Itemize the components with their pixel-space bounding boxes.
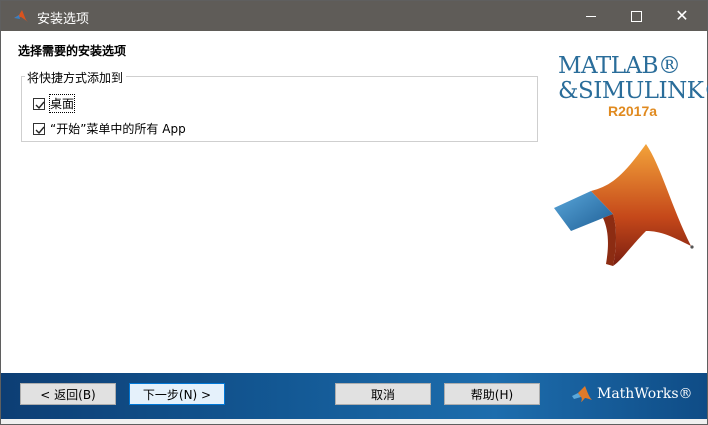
brand-matlab: MATLAB® xyxy=(558,53,681,79)
close-icon: ✕ xyxy=(675,6,689,25)
desktop-checkbox[interactable] xyxy=(33,97,45,110)
close-button[interactable]: ✕ xyxy=(659,1,705,31)
mathworks-logo: MathWorks® xyxy=(571,385,693,403)
membrane-logo-icon xyxy=(554,144,694,266)
brand-simulink: &SIMULINK® xyxy=(558,78,708,104)
shortcut-group-label: 将快捷方式添加到 xyxy=(25,69,127,86)
release-label: R2017a xyxy=(608,103,658,119)
maximize-button[interactable] xyxy=(613,1,659,31)
installer-window: 安装选项 ✕ 选择需要的安装选项 将快捷方式添加到 桌面 “开始”菜单中的所有 … xyxy=(0,0,708,425)
mathworks-text: MathWorks® xyxy=(597,386,693,402)
option-desktop[interactable]: 桌面 xyxy=(33,94,76,113)
start-menu-checkbox[interactable] xyxy=(33,122,45,135)
footer-bar: < 返回(B) 下一步(N) > 取消 帮助(H) MathWorks® xyxy=(1,373,707,419)
next-button[interactable]: 下一步(N) > xyxy=(129,383,225,405)
matlab-logo-icon xyxy=(14,10,28,22)
back-button[interactable]: < 返回(B) xyxy=(20,383,116,405)
mathworks-membrane-icon xyxy=(572,386,592,402)
content-area: 选择需要的安装选项 将快捷方式添加到 桌面 “开始”菜单中的所有 App MAT… xyxy=(1,31,708,373)
help-button[interactable]: 帮助(H) xyxy=(444,383,540,405)
page-title: 选择需要的安装选项 xyxy=(18,44,127,58)
maximize-icon xyxy=(630,10,642,22)
desktop-label: 桌面 xyxy=(48,94,76,113)
title-bar[interactable]: 安装选项 ✕ xyxy=(1,1,707,31)
checkmark-icon xyxy=(35,101,45,109)
cancel-button[interactable]: 取消 xyxy=(335,383,431,405)
window-bottom-edge xyxy=(1,419,707,424)
checkmark-icon xyxy=(35,126,45,134)
start-menu-label: “开始”菜单中的所有 App xyxy=(50,122,186,136)
minimize-icon xyxy=(586,15,596,17)
option-start-menu[interactable]: “开始”菜单中的所有 App xyxy=(33,120,186,137)
window-title: 安装选项 xyxy=(37,12,90,27)
minimize-button[interactable] xyxy=(568,1,614,31)
